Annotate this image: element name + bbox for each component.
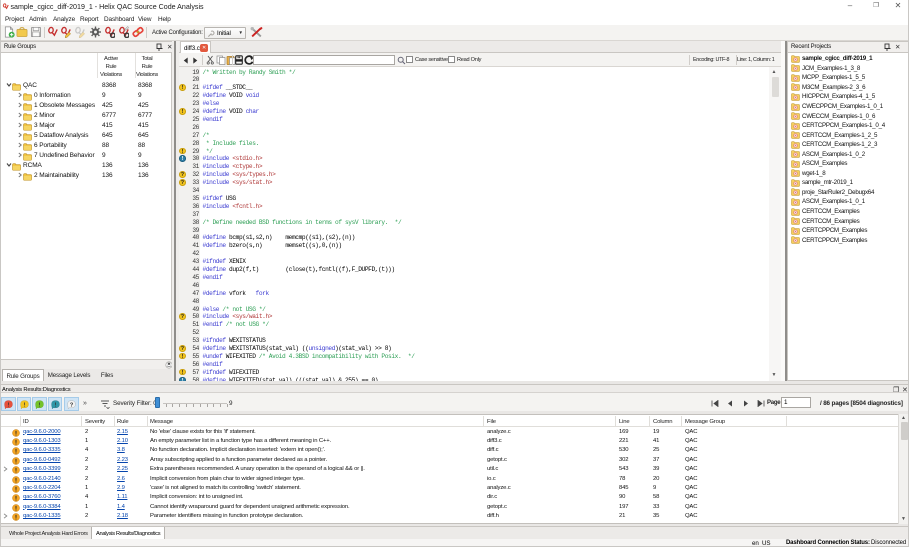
svg-text:?: ? bbox=[70, 403, 74, 409]
svg-text:!: ! bbox=[54, 403, 56, 409]
svg-text:!: ! bbox=[8, 403, 10, 409]
svg-text:!: ! bbox=[23, 403, 25, 409]
svg-text:!: ! bbox=[39, 403, 41, 409]
